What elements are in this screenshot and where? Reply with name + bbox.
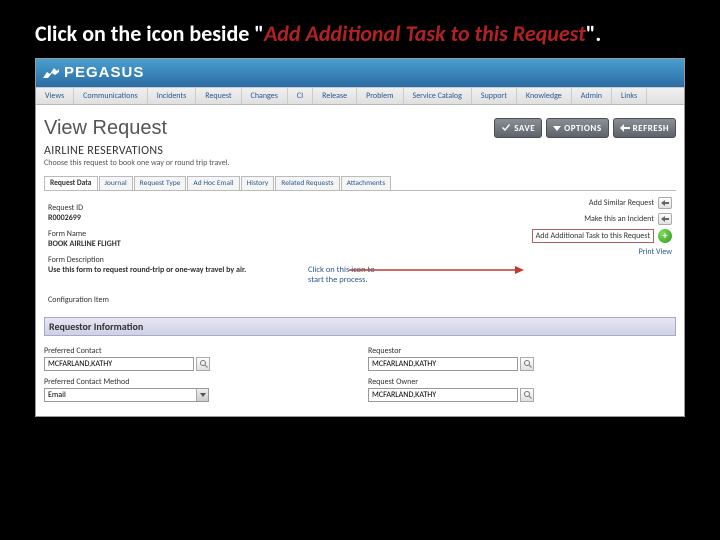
check-icon [501, 123, 511, 133]
menu-support[interactable]: Support [472, 88, 517, 104]
save-button[interactable]: SAVE [494, 118, 542, 138]
menu-problem[interactable]: Problem [357, 88, 403, 104]
options-label: OPTIONS [564, 123, 601, 134]
menu-ci[interactable]: CI [288, 88, 313, 104]
tab-history[interactable]: History [241, 176, 275, 190]
app-header: PEGASUS [36, 59, 684, 87]
refresh-button[interactable]: REFRESH [613, 118, 676, 138]
tab-request-type[interactable]: Request Type [134, 176, 187, 190]
app-window: PEGASUS Views Communications Incidents R… [35, 58, 685, 417]
request-id-value: R0002699 [48, 213, 391, 223]
section-title: AIRLINE RESERVATIONS [44, 144, 676, 158]
print-view-line: Print View [472, 247, 672, 257]
content-area: View Request SAVE OPTIONS REFRESH AIRLIN… [36, 105, 684, 416]
form-name-value: BOOK AIRLINE FLIGHT [48, 239, 391, 249]
section-desc: Choose this request to book one way or r… [44, 158, 676, 168]
owner-input[interactable] [368, 388, 518, 402]
save-label: SAVE [514, 123, 535, 134]
pref-method-value: Email [48, 390, 66, 400]
tab-journal[interactable]: Journal [99, 176, 133, 190]
chevron-down-icon [553, 124, 561, 132]
back-arrow-icon [620, 124, 630, 132]
instruction-post: ". [586, 20, 602, 47]
form-grid: Preferred Contact Preferred Contact Meth… [44, 346, 676, 408]
pref-method-select[interactable]: Email [44, 388, 209, 402]
tabs: Request Data Journal Request Type Ad Hoc… [44, 176, 676, 191]
menu-communications[interactable]: Communications [74, 88, 148, 104]
menu-service-catalog[interactable]: Service Catalog [404, 88, 472, 104]
menu-admin[interactable]: Admin [572, 88, 612, 104]
tab-related-requests[interactable]: Related Requests [275, 176, 339, 190]
menu-knowledge[interactable]: Knowledge [517, 88, 572, 104]
add-similar-label: Add Similar Request [589, 198, 654, 208]
make-incident-label: Make this an Incident [584, 214, 654, 224]
add-similar-line: Add Similar Request [472, 197, 672, 209]
brand-text: PEGASUS [64, 64, 144, 81]
add-task-button[interactable]: + [658, 229, 672, 243]
tab-ad-hoc-email[interactable]: Ad Hoc Email [187, 176, 239, 190]
add-task-label: Add Additional Task to this Request [532, 229, 654, 243]
pref-contact-label: Preferred Contact [44, 346, 352, 356]
pref-contact-input[interactable] [44, 357, 194, 371]
page-title: View Request [44, 117, 167, 140]
form-desc-label: Form Description [48, 255, 391, 265]
tab-request-data[interactable]: Request Data [44, 176, 98, 190]
left-column: Request ID R0002699 Form Name BOOK AIRLI… [48, 197, 391, 305]
grid-right: Requestor Request Owner [368, 346, 676, 408]
menu-views[interactable]: Views [36, 88, 74, 104]
menu-release[interactable]: Release [313, 88, 357, 104]
menu-links[interactable]: Links [612, 88, 647, 104]
requestor-picker[interactable] [520, 357, 534, 371]
arrow-left-icon [661, 216, 669, 222]
pref-contact-picker[interactable] [196, 357, 210, 371]
menubar: Views Communications Incidents Request C… [36, 87, 684, 105]
make-incident-button[interactable] [658, 213, 672, 225]
print-view-link[interactable]: Print View [639, 247, 672, 257]
grid-left: Preferred Contact Preferred Contact Meth… [44, 346, 352, 408]
options-button[interactable]: OPTIONS [546, 118, 608, 138]
menu-incidents[interactable]: Incidents [148, 88, 197, 104]
add-similar-button[interactable] [658, 197, 672, 209]
pref-method-label: Preferred Contact Method [44, 377, 352, 387]
requestor-label: Requestor [368, 346, 676, 356]
requestor-input[interactable] [368, 357, 518, 371]
instruction-text: Click on the icon beside "Add Additional… [0, 0, 720, 58]
search-icon [523, 359, 532, 368]
search-icon [199, 359, 208, 368]
refresh-label: REFRESH [633, 123, 669, 134]
owner-picker[interactable] [520, 388, 534, 402]
instruction-pre: Click on the icon beside " [35, 20, 264, 47]
request-id-label: Request ID [48, 203, 391, 213]
instruction-highlight: Add Additional Task to this Request [264, 20, 586, 47]
search-icon [523, 390, 532, 399]
plus-icon: + [663, 231, 668, 241]
tab-attachments[interactable]: Attachments [341, 176, 392, 190]
title-bar: View Request SAVE OPTIONS REFRESH [44, 117, 676, 140]
menu-changes[interactable]: Changes [242, 88, 288, 104]
right-column: Add Similar Request Make this an Inciden… [472, 193, 672, 261]
chevron-down-icon [196, 389, 208, 401]
form-area: Request ID R0002699 Form Name BOOK AIRLI… [44, 191, 676, 311]
config-item-label: Configuration Item [48, 295, 391, 305]
owner-label: Request Owner [368, 377, 676, 387]
callout-text: Click on this icon to start the process. [308, 265, 391, 285]
add-task-line: Add Additional Task to this Request + [472, 229, 672, 243]
requestor-info-bar: Requestor Information [44, 317, 676, 336]
button-row: SAVE OPTIONS REFRESH [494, 118, 676, 138]
make-incident-line: Make this an Incident [472, 213, 672, 225]
form-name-label: Form Name [48, 229, 391, 239]
menu-request[interactable]: Request [196, 88, 241, 104]
arrow-left-icon [661, 200, 669, 206]
pegasus-logo-icon [42, 65, 60, 81]
